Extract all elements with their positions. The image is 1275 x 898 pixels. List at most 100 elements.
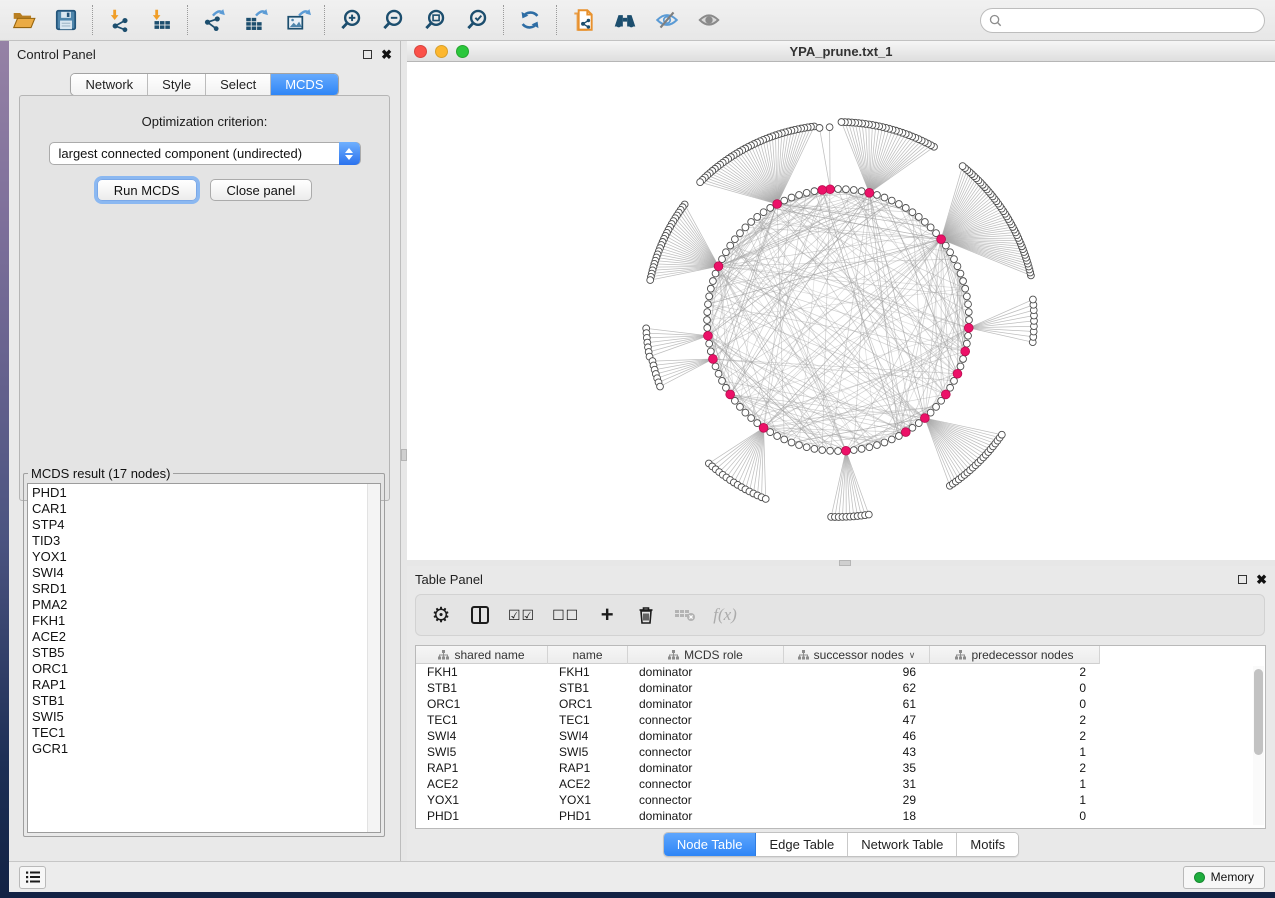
maximize-frame-icon[interactable] — [456, 45, 469, 58]
tab-motifs[interactable]: Motifs — [957, 833, 1018, 856]
list-item[interactable]: RAP1 — [28, 677, 380, 693]
close-panel-button[interactable]: Close panel — [210, 179, 313, 201]
table-row[interactable]: ORC1ORC1dominator610 — [416, 696, 1265, 712]
select-all-rows-icon[interactable]: ☑☑ — [508, 602, 535, 628]
close-frame-icon[interactable] — [414, 45, 427, 58]
table-row[interactable]: PHD1PHD1dominator180 — [416, 808, 1265, 824]
tab-select[interactable]: Select — [206, 74, 271, 95]
open-file-icon[interactable] — [10, 6, 38, 34]
search-input[interactable] — [1007, 10, 1256, 30]
criterion-selected-value: largest connected component (undirected) — [50, 146, 303, 161]
table-row[interactable]: STB1STB1dominator620 — [416, 680, 1265, 696]
list-item[interactable]: TEC1 — [28, 725, 380, 741]
zoom-in-icon[interactable] — [337, 6, 365, 34]
cell-predecessor-nodes: 1 — [930, 745, 1100, 759]
table-row[interactable]: ACE2ACE2connector311 — [416, 776, 1265, 792]
list-item[interactable]: GCR1 — [28, 741, 380, 757]
cell-shared-name: PHD1 — [416, 809, 548, 823]
hide-selected-eye-slash-icon[interactable] — [653, 6, 681, 34]
search-binoculars-icon[interactable] — [611, 6, 639, 34]
cell-name: YOX1 — [548, 793, 628, 807]
tab-edge-table[interactable]: Edge Table — [756, 833, 848, 856]
list-item[interactable]: ORC1 — [28, 661, 380, 677]
network-search-field — [980, 8, 1265, 33]
tab-mcds[interactable]: MCDS — [271, 74, 337, 95]
memory-button[interactable]: Memory — [1183, 866, 1265, 889]
list-item[interactable]: SRD1 — [28, 581, 380, 597]
list-item[interactable]: STB1 — [28, 693, 380, 709]
tab-network[interactable]: Network — [71, 74, 148, 95]
run-mcds-button[interactable]: Run MCDS — [97, 179, 197, 201]
scrollbar-thumb[interactable] — [1254, 669, 1263, 755]
main-toolbar — [0, 0, 1275, 41]
close-table-panel-icon[interactable]: ✖ — [1256, 573, 1267, 586]
zoom-out-icon[interactable] — [379, 6, 407, 34]
show-preview-eye-icon[interactable] — [695, 6, 723, 34]
optimization-criterion-select[interactable]: largest connected component (undirected) — [49, 142, 361, 165]
export-network-icon[interactable] — [200, 6, 228, 34]
mcds-result-list[interactable]: PHD1CAR1STP4TID3YOX1SWI4SRD1PMA2FKH1ACE2… — [27, 483, 381, 833]
table-row[interactable]: SWI5SWI5connector431 — [416, 744, 1265, 760]
column-type-icon — [798, 650, 809, 660]
export-table-icon[interactable] — [242, 6, 270, 34]
cell-shared-name: STB1 — [416, 681, 548, 695]
cell-successor-nodes: 96 — [784, 665, 930, 679]
float-table-panel-icon[interactable] — [1238, 575, 1247, 584]
cell-name: SWI4 — [548, 729, 628, 743]
network-frame-titlebar[interactable]: YPA_prune.txt_1 — [407, 41, 1275, 62]
list-item[interactable]: SWI5 — [28, 709, 380, 725]
list-item[interactable]: STP4 — [28, 517, 380, 533]
add-column-icon[interactable]: + — [596, 602, 618, 628]
list-item[interactable]: CAR1 — [28, 501, 380, 517]
select-stepper-icon — [339, 142, 360, 165]
close-panel-icon[interactable]: ✖ — [381, 48, 392, 61]
tab-style[interactable]: Style — [148, 74, 206, 95]
table-header-row: shared namenameMCDS rolesuccessor nodes∨… — [416, 646, 1100, 664]
cell-predecessor-nodes: 1 — [930, 793, 1100, 807]
deselect-all-rows-icon[interactable]: ☐☐ — [552, 602, 579, 628]
cell-name: STB1 — [548, 681, 628, 695]
column-header-name[interactable]: name — [548, 646, 628, 664]
network-graph[interactable] — [407, 62, 1275, 560]
table-row[interactable]: SWI4SWI4dominator462 — [416, 728, 1265, 744]
import-network-icon[interactable] — [105, 6, 133, 34]
new-network-from-selection-icon[interactable] — [569, 6, 597, 34]
list-item[interactable]: FKH1 — [28, 613, 380, 629]
column-header-MCDS-role[interactable]: MCDS role — [628, 646, 784, 664]
table-settings-icon[interactable]: ⚙ — [430, 602, 452, 628]
cell-successor-nodes: 35 — [784, 761, 930, 775]
delete-column-icon[interactable] — [635, 602, 657, 628]
list-item[interactable]: STB5 — [28, 645, 380, 661]
float-panel-icon[interactable] — [363, 50, 372, 59]
column-header-shared-name[interactable]: shared name — [416, 646, 548, 664]
export-image-icon[interactable] — [284, 6, 312, 34]
list-item[interactable]: TID3 — [28, 533, 380, 549]
zoom-selected-icon[interactable] — [463, 6, 491, 34]
tab-node-table[interactable]: Node Table — [664, 833, 757, 856]
minimize-frame-icon[interactable] — [435, 45, 448, 58]
tab-network-table[interactable]: Network Table — [848, 833, 957, 856]
cell-shared-name: FKH1 — [416, 665, 548, 679]
mcds-list-scrollbar[interactable] — [367, 484, 380, 832]
list-item[interactable]: YOX1 — [28, 549, 380, 565]
table-row[interactable]: TEC1TEC1connector472 — [416, 712, 1265, 728]
table-row[interactable]: RAP1RAP1dominator352 — [416, 760, 1265, 776]
list-item[interactable]: PHD1 — [28, 485, 380, 501]
list-item[interactable]: ACE2 — [28, 629, 380, 645]
refresh-view-icon[interactable] — [516, 6, 544, 34]
zoom-fit-icon[interactable] — [421, 6, 449, 34]
list-item[interactable]: SWI4 — [28, 565, 380, 581]
table-scrollbar[interactable] — [1253, 666, 1264, 825]
column-header-successor-nodes[interactable]: successor nodes∨ — [784, 646, 930, 664]
import-table-icon[interactable] — [147, 6, 175, 34]
task-history-button[interactable] — [19, 866, 46, 889]
save-session-icon[interactable] — [52, 6, 80, 34]
table-row[interactable]: YOX1YOX1connector291 — [416, 792, 1265, 808]
column-header-predecessor-nodes[interactable]: predecessor nodes — [930, 646, 1100, 664]
cell-name: TEC1 — [548, 713, 628, 727]
list-item[interactable]: PMA2 — [28, 597, 380, 613]
control-panel-title: Control Panel — [17, 47, 96, 62]
cell-successor-nodes: 18 — [784, 809, 930, 823]
table-row[interactable]: FKH1FKH1dominator962 — [416, 664, 1265, 680]
column-layout-icon[interactable] — [469, 602, 491, 628]
